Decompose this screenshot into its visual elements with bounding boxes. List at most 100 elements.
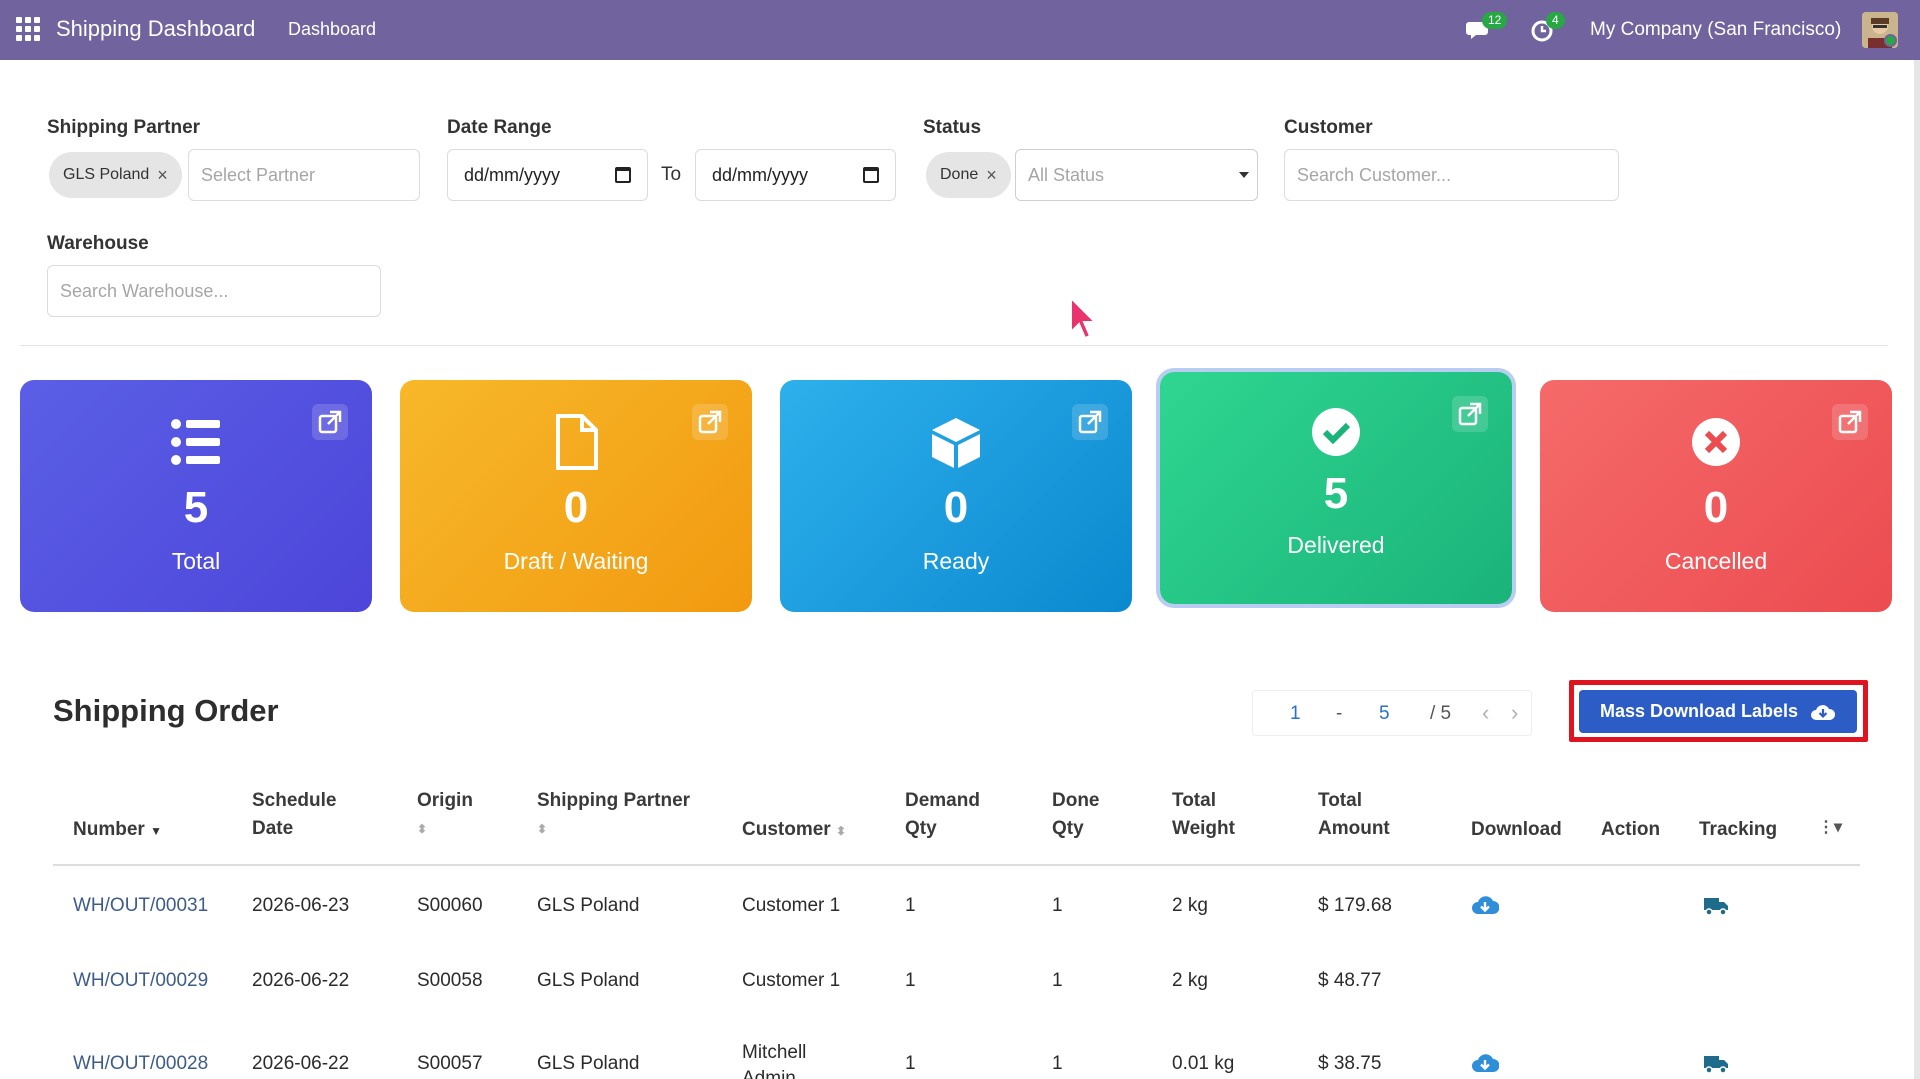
row-2-origin: S00058 [417,970,483,991]
remove-status-chip-icon[interactable]: × [986,165,997,186]
check-circle-icon [1312,408,1360,456]
card-ready[interactable]: 0 Ready [780,380,1132,612]
warehouse-search-placeholder: Search Warehouse... [60,280,229,301]
apps-menu-icon[interactable] [16,17,40,41]
calendar-icon[interactable] [863,167,879,183]
external-link-icon[interactable] [1072,404,1108,440]
col-header-tracking: Tracking [1699,819,1778,840]
partner-select-input[interactable]: Select Partner [188,149,420,201]
row-1-partner: GLS Poland [537,895,640,916]
tracking-truck-icon[interactable] [1702,1053,1730,1075]
col-header-number[interactable]: Number ▼ [73,816,162,845]
col-header-schedule-date[interactable]: Schedule Date [252,787,336,843]
row-1-done: 1 [1052,895,1063,916]
col-header-total-amount[interactable]: Total Amount [1318,787,1390,843]
messages-icon[interactable]: 12 [1466,12,1508,44]
row-1-demand: 1 [905,895,916,916]
shipping-partner-label: Shipping Partner [47,117,201,138]
shipping-partner-chip-label: GLS Poland [63,166,150,183]
tracking-truck-icon[interactable] [1702,895,1730,917]
cloud-download-icon [1811,704,1836,720]
col-header-customer[interactable]: Customer ⬍ [742,816,846,845]
row-1-number-link[interactable]: WH/OUT/00031 [73,895,208,917]
partner-select-placeholder: Select Partner [201,164,316,185]
download-cloud-icon[interactable] [1471,894,1499,916]
col-schedule-label-2: Date [252,818,294,839]
row-3-weight: 0.01 kg [1172,1053,1235,1074]
col-customer-label: Customer [742,819,831,840]
card-total[interactable]: 5 Total [20,380,372,612]
status-select-placeholder: All Status [1028,164,1105,185]
row-2-done: 1 [1052,970,1063,991]
download-cloud-icon[interactable] [1471,1052,1499,1074]
card-ready-value: 0 [943,483,969,532]
activities-clock-icon[interactable]: 4 [1530,12,1565,44]
card-delivered-value: 5 [1323,469,1349,518]
pager-next-icon[interactable]: › [1511,700,1518,726]
col-weight-label-1: Total [1172,790,1216,811]
date-range-label: Date Range [447,117,552,138]
card-delivered[interactable]: 5 Delivered [1160,372,1512,604]
row-3-number-link[interactable]: WH/OUT/00028 [73,1053,208,1075]
col-header-shipping-partner[interactable]: Shipping Partner ⬍ [537,787,690,843]
mass-download-labels-button[interactable]: Mass Download Labels [1579,690,1857,733]
col-schedule-label-1: Schedule [252,790,337,811]
pager-end[interactable]: 5 [1379,703,1390,725]
company-switcher[interactable]: My Company (San Francisco) [1590,19,1841,41]
sort-icon: ⬍ [537,822,548,836]
card-draft-label: Draft / Waiting [503,548,649,574]
card-cancelled-label: Cancelled [1664,548,1768,574]
table-header-divider [53,864,1860,866]
mouse-pointer-icon [1070,296,1098,340]
card-delivered-label: Delivered [1287,532,1385,558]
col-header-demand-qty[interactable]: Demand Qty [905,787,980,843]
activities-count-badge: 4 [1546,12,1565,29]
optional-columns-toggle-icon[interactable]: ⋮▾ [1818,814,1842,842]
card-cancelled[interactable]: 0 Cancelled [1540,380,1892,612]
online-status-dot [1884,34,1897,47]
row-2-amount: $ 48.77 [1318,970,1382,991]
row-1-origin: S00060 [417,895,483,916]
x-circle-icon [1692,418,1740,466]
col-header-done-qty[interactable]: Done Qty [1052,787,1100,843]
row-2-number-link[interactable]: WH/OUT/00029 [73,970,208,992]
col-header-total-weight[interactable]: Total Weight [1172,787,1235,843]
col-header-origin[interactable]: Origin ⬍ [417,787,473,843]
col-demand-label-1: Demand [905,790,980,811]
customer-search-input[interactable]: Search Customer... [1284,149,1619,201]
pager-total: / 5 [1430,703,1452,724]
box-icon [932,418,980,468]
remove-partner-chip-icon[interactable]: × [157,165,168,186]
pager-start[interactable]: 1 [1290,703,1301,725]
external-link-icon[interactable] [1832,404,1868,440]
row-3-demand: 1 [905,1053,916,1074]
calendar-icon[interactable] [615,167,631,183]
external-link-icon[interactable] [692,404,728,440]
warehouse-search-input[interactable]: Search Warehouse... [47,265,381,317]
page-scrollbar[interactable] [1914,60,1920,1079]
col-header-action: Action [1601,819,1661,840]
col-amount-label-1: Total [1318,790,1362,811]
row-2-customer: Customer 1 [742,970,841,991]
row-2-weight: 2 kg [1172,970,1208,991]
date-from-input[interactable]: dd/mm/yyyy [447,149,648,201]
menu-item-dashboard[interactable]: Dashboard [288,19,376,40]
pager-prev-icon[interactable]: ‹ [1482,700,1489,726]
app-title[interactable]: Shipping Dashboard [56,16,255,42]
status-chip-label: Done [940,166,979,183]
external-link-icon[interactable] [1452,396,1488,432]
date-to-input[interactable]: dd/mm/yyyy [695,149,896,201]
filters-divider [20,345,1888,346]
row-1-weight: 2 kg [1172,895,1208,916]
file-icon [556,414,598,470]
col-header-download: Download [1471,819,1562,840]
row-1-amount: $ 179.68 [1318,895,1392,916]
col-origin-label: Origin [417,790,473,811]
date-from-value: dd/mm/yyyy [464,164,561,185]
status-select[interactable]: All Status [1015,149,1258,201]
row-3-customer-line-1: Mitchell [742,1042,807,1063]
chevron-down-icon [1239,172,1249,178]
external-link-icon[interactable] [312,404,348,440]
card-draft-waiting[interactable]: 0 Draft / Waiting [400,380,752,612]
col-done-label-2: Qty [1052,818,1084,839]
